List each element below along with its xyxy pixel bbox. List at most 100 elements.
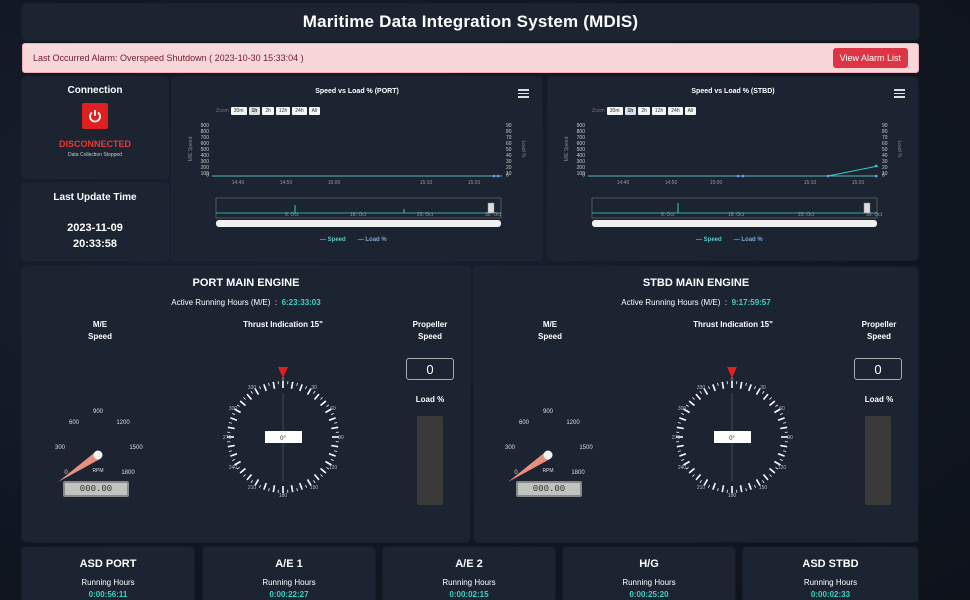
compass-tick <box>769 474 772 477</box>
compass-tick <box>780 426 788 430</box>
card-ae1: A/E 1 Running Hours 0:00:22:27 <box>203 547 375 600</box>
card-label: Running Hours <box>81 578 135 587</box>
svg-text:150: 150 <box>310 485 319 491</box>
compass-tick <box>326 404 330 407</box>
compass-tick <box>688 467 695 474</box>
compass-tick <box>243 397 246 400</box>
nav-tick: 9. Oct <box>661 212 675 218</box>
compass-tick <box>762 393 769 400</box>
compass-tick <box>228 422 232 424</box>
card-value: 0:00:02:15 <box>449 590 489 599</box>
nav-tick: 9. Oct <box>285 212 299 218</box>
rpm-tick: 1500 <box>579 445 593 451</box>
svg-text:90: 90 <box>338 435 344 441</box>
port-rpm-value: 000.00 <box>63 481 129 497</box>
svg-text:120: 120 <box>329 465 338 471</box>
compass-tick <box>313 390 316 394</box>
compass-tick <box>779 412 783 415</box>
rpm-tick: 1800 <box>571 470 585 476</box>
svg-text:30: 30 <box>760 385 766 391</box>
compass-tick <box>685 467 689 470</box>
compass-tick <box>250 390 253 394</box>
y-tick: 0 <box>582 173 585 179</box>
compass-tick <box>777 453 785 457</box>
navigator-scrollbar[interactable] <box>216 220 501 227</box>
port-thrust-compass: 0 30 60 90 120 150 180 210 240 270 300 3… <box>223 367 344 499</box>
port-prop-label: Propeller Speed <box>412 320 448 341</box>
thrust-pointer <box>278 367 288 378</box>
rpm-tick: 600 <box>519 420 530 426</box>
compass-tick <box>330 412 334 415</box>
last-update-time: 20:33:58 <box>72 238 118 250</box>
compass-tick <box>230 453 238 457</box>
view-alarm-list-button[interactable]: View Alarm List <box>832 48 908 68</box>
compass-tick <box>707 386 710 390</box>
y2-axis-label: Load % <box>520 141 526 159</box>
compass-tick <box>227 426 235 430</box>
compass-tick <box>313 480 316 484</box>
x-tick: 15:20 <box>852 180 865 186</box>
y-axis-label: M/E Speed <box>564 136 570 161</box>
compass-tick <box>777 417 785 421</box>
rpm-tick: 300 <box>55 445 66 451</box>
compass-tick <box>320 400 327 407</box>
compass-tick <box>334 422 338 424</box>
svg-text:180: 180 <box>279 493 288 499</box>
svg-text:300: 300 <box>229 406 238 412</box>
card-asd-port: ASD PORT Running Hours 0:00:56:11 <box>22 547 194 600</box>
compass-tick <box>246 393 253 400</box>
stbd-engine-panel: STBD MAIN ENGINE Active Running Hours (M… <box>474 267 918 542</box>
legend-speed[interactable]: — Speed <box>320 237 346 243</box>
chart-stbd-panel: Speed vs Load % (STBD) Zoom 30m 1h 2h 12… <box>548 77 918 260</box>
compass-tick <box>717 488 719 492</box>
stbd-thrust-value: 0° <box>729 436 735 442</box>
compass-tick <box>695 474 702 481</box>
legend-load[interactable]: — Load % <box>358 237 387 243</box>
svg-text:300: 300 <box>678 406 687 412</box>
legend-speed[interactable]: — Speed <box>696 237 722 243</box>
card-hg: H/G Running Hours 0:00:25:20 <box>563 547 735 600</box>
compass-tick <box>236 467 240 470</box>
rpm-pivot <box>543 450 553 460</box>
compass-tick <box>685 404 689 407</box>
compass-tick <box>721 485 725 493</box>
nav-tick: 23. Oct <box>417 212 434 218</box>
card-asd-stbd: ASD STBD Running Hours 0:00:02:33 <box>743 547 918 600</box>
legend-load[interactable]: — Load % <box>734 237 763 243</box>
rpm-tick: 900 <box>543 409 554 415</box>
svg-text:150: 150 <box>759 485 768 491</box>
compass-tick <box>299 384 303 392</box>
compass-tick <box>239 400 246 407</box>
compass-tick <box>258 386 261 390</box>
compass-tick <box>290 381 294 389</box>
svg-text:60: 60 <box>779 406 785 412</box>
stbd-thrust-compass: 0 30 60 90 120 150 180 210 240 270 300 3… <box>672 367 793 499</box>
chart-stbd-svg: 900 800 700 600 500 400 300 200 100 0 90… <box>564 123 902 227</box>
compass-tick <box>769 397 772 400</box>
card-title: ASD PORT <box>79 558 137 570</box>
compass-tick <box>681 412 685 415</box>
svg-text:330: 330 <box>248 385 257 391</box>
card-label: Running Hours <box>442 578 496 587</box>
compass-tick <box>228 450 232 452</box>
port-load-bar <box>417 416 443 505</box>
thrust-pointer <box>727 367 737 378</box>
compass-tick <box>739 485 743 493</box>
compass-tick <box>762 390 765 394</box>
stbd-me-speed-label: M/E Speed <box>537 320 562 341</box>
port-engine-title: PORT MAIN ENGINE <box>192 277 300 289</box>
port-engine-panel: PORT MAIN ENGINE Active Running Hours (M… <box>22 267 470 542</box>
navigator-handle[interactable] <box>863 202 871 214</box>
compass-tick <box>250 480 253 484</box>
power-icon[interactable] <box>82 103 108 129</box>
compass-tick <box>783 422 787 424</box>
navigator-scrollbar[interactable] <box>592 220 877 227</box>
compass-tick <box>677 450 681 452</box>
rpm-pivot <box>93 450 103 460</box>
card-title: A/E 2 <box>455 558 483 570</box>
navigator-handle[interactable] <box>487 202 495 214</box>
rpm-tick: 300 <box>505 445 516 451</box>
last-update-date: 2023-11-09 <box>67 222 123 234</box>
port-prop-value: 0 <box>406 358 454 380</box>
compass-tick <box>688 400 695 407</box>
